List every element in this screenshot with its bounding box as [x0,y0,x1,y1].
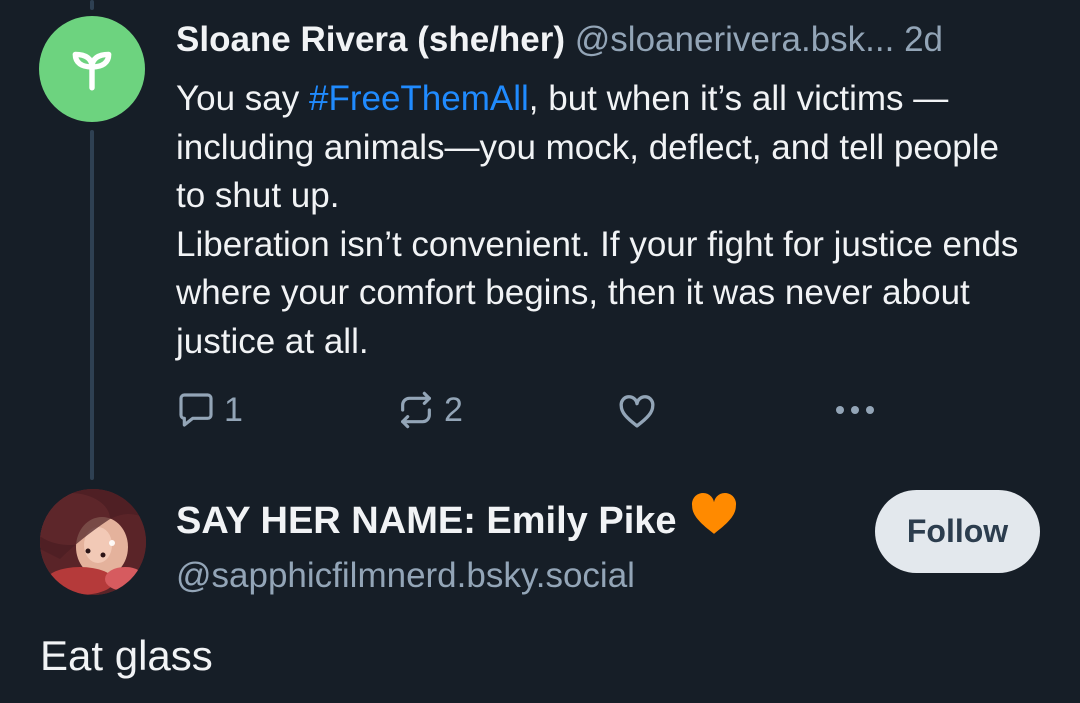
author-handle[interactable]: @sapphicfilmnerd.bsky.social [176,553,739,599]
more-options-button[interactable] [832,390,878,430]
timestamp[interactable]: 2d [904,20,943,59]
author-name[interactable]: Sloane Rivera (she/her) [176,20,565,59]
author-handle[interactable]: @sloanerivera.bsk... [575,20,895,59]
post-paragraph-2: Liberation isn’t convenient. If your fig… [176,224,1019,361]
reply-button[interactable]: 1 [176,390,243,430]
post-text: You say #FreeThemAll, but when it’s all … [176,75,1036,366]
orange-heart-icon [689,490,739,551]
avatar[interactable] [39,16,145,122]
reply-count: 1 [224,390,243,429]
thread-line-top [90,0,94,10]
author-name[interactable]: SAY HER NAME: Emily Pike [176,494,677,548]
profile-photo [40,489,146,595]
heart-icon [619,395,655,428]
follow-button[interactable]: Follow [875,490,1040,573]
repost-button[interactable]: 2 [396,390,463,430]
post-paragraph-1: You say #FreeThemAll, but when it’s all … [176,75,1036,221]
like-button[interactable] [616,390,658,432]
more-icon [836,406,874,414]
post-header: SAY HER NAME: Emily Pike @sapphicfilmner… [176,490,739,599]
author-name-row: SAY HER NAME: Emily Pike [176,490,739,551]
post-text-start: You say [176,79,309,118]
repost-count: 2 [444,390,463,429]
post-header: Sloane Rivera (she/her) @sloanerivera.bs… [176,16,1056,64]
hashtag-link[interactable]: #FreeThemAll [309,79,529,118]
reply-icon [179,393,213,427]
post-parent[interactable]: Sloane Rivera (she/her) @sloanerivera.bs… [176,16,1056,366]
sprout-icon [72,51,112,91]
avatar[interactable] [40,489,146,595]
post-actions: 1 2 [176,390,896,436]
post-text: Eat glass [40,632,213,679]
thread-line [90,130,94,480]
repost-icon [401,391,431,429]
